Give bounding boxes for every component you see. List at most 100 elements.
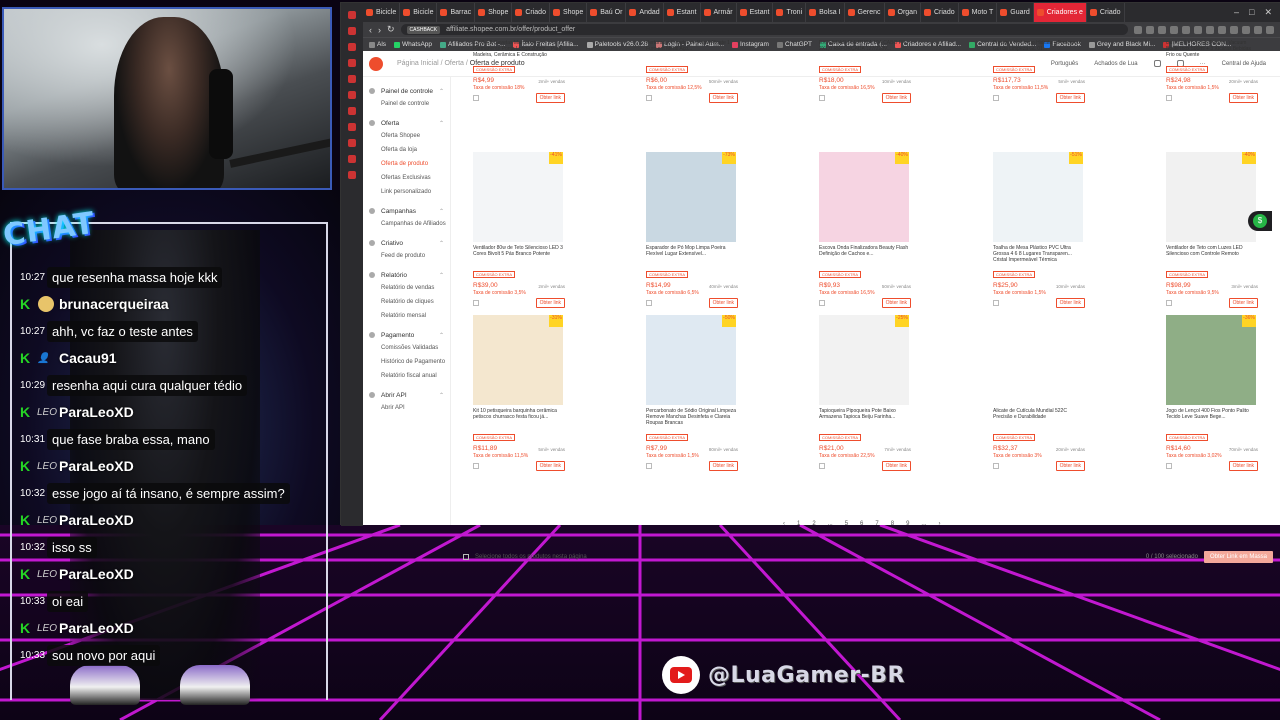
- bookmark-item[interactable]: Grey and Black Mi...: [1088, 41, 1155, 48]
- sidebar-item[interactable]: Oferta de produto: [363, 157, 450, 171]
- page-number[interactable]: 2: [812, 521, 815, 527]
- product-name[interactable]: Toalha de Mesa Plástico PVC Ultra Grossa…: [993, 245, 1085, 263]
- get-link-button[interactable]: Obter link: [881, 298, 911, 308]
- product-checkbox[interactable]: [1166, 300, 1172, 306]
- sidebar-item[interactable]: Relatório mensal: [363, 309, 450, 323]
- reload-icon[interactable]: ↻: [387, 24, 395, 35]
- next-page-icon[interactable]: ›: [938, 521, 940, 527]
- product-checkbox[interactable]: [993, 463, 999, 469]
- product-name[interactable]: Tapioqueira Pipoqueira Pote Baixo Armaze…: [819, 408, 911, 426]
- sidebar-group-header[interactable]: Criativo ⌃: [363, 237, 450, 249]
- sidebar-group-header[interactable]: Relatório ⌃: [363, 269, 450, 281]
- browser-tab[interactable]: Gerenc: [845, 3, 885, 22]
- product-image[interactable]: -73%: [646, 152, 736, 242]
- browser-tab[interactable]: Shope: [550, 3, 588, 22]
- get-link-button[interactable]: Obter link: [1055, 298, 1085, 308]
- page-number[interactable]: 8: [891, 521, 894, 527]
- bookmark-item[interactable]: ChatGPT: [776, 41, 812, 48]
- browser-tab[interactable]: Criadores e: [1033, 3, 1087, 22]
- get-link-button[interactable]: Obter link: [1228, 298, 1258, 308]
- browser-tab[interactable]: Baú Or: [587, 3, 627, 22]
- product-image[interactable]: -41%: [473, 152, 563, 242]
- maximize-icon[interactable]: □: [1249, 7, 1254, 18]
- product-name[interactable]: Jogo de Lençol 400 Fios Ponto Palito Tec…: [1166, 408, 1258, 426]
- sidebar-item[interactable]: Link personalizado: [363, 185, 450, 199]
- browser-tab[interactable]: Shope: [475, 3, 513, 22]
- product-checkbox[interactable]: [819, 300, 825, 306]
- prev-page-icon[interactable]: ‹: [783, 521, 785, 527]
- sidebar-item[interactable]: Relatório fiscal anual: [363, 369, 450, 383]
- product-checkbox[interactable]: [646, 463, 652, 469]
- product-name[interactable]: Alicate de Cutícula Mundial 522C Precisã…: [993, 408, 1085, 426]
- page-number[interactable]: ...: [921, 521, 926, 527]
- sidebar-item[interactable]: Oferta Shopee: [363, 129, 450, 143]
- get-link-button[interactable]: Obter link: [708, 461, 738, 471]
- sidebar-item[interactable]: Feed de produto: [363, 249, 450, 263]
- browser-tab[interactable]: Armár: [701, 3, 737, 22]
- browser-tab[interactable]: Organ: [885, 3, 921, 22]
- get-link-button[interactable]: Obter link: [1228, 461, 1258, 471]
- product-name[interactable]: caneca Kit Garrafa Térmica Vacuum Bottle…: [1166, 40, 1258, 58]
- cashback-badge[interactable]: CASHBACK: [406, 25, 441, 34]
- product-image[interactable]: -25%: [819, 315, 909, 405]
- browser-tab[interactable]: Andad: [626, 3, 664, 22]
- sidebar-item[interactable]: Abrir API: [363, 401, 450, 415]
- browser-tab[interactable]: Estant: [737, 3, 774, 22]
- product-checkbox[interactable]: [1166, 463, 1172, 469]
- page-number[interactable]: 6: [860, 521, 863, 527]
- browser-tab[interactable]: Troni: [773, 3, 807, 22]
- page-number[interactable]: ...: [828, 521, 833, 527]
- sidebar-group-header[interactable]: Pagamento ⌃: [363, 329, 450, 341]
- breadcrumb-offer[interactable]: Oferta: [444, 60, 463, 67]
- close-icon[interactable]: ✕: [1264, 7, 1272, 18]
- browser-tab[interactable]: Guard: [997, 3, 1034, 22]
- sidebar-item[interactable]: Relatório de cliques: [363, 295, 450, 309]
- product-checkbox[interactable]: [819, 95, 825, 101]
- page-number[interactable]: 5: [845, 521, 848, 527]
- get-link-button[interactable]: Obter link: [535, 461, 565, 471]
- product-checkbox[interactable]: [646, 95, 652, 101]
- get-link-button[interactable]: Obter link: [1055, 461, 1085, 471]
- page-number[interactable]: 1: [797, 521, 800, 527]
- product-image[interactable]: -36%: [1166, 315, 1256, 405]
- product-image[interactable]: -50%: [646, 315, 736, 405]
- get-link-button[interactable]: Obter link: [1228, 93, 1258, 103]
- get-link-button[interactable]: Obter link: [708, 93, 738, 103]
- sidebar-item[interactable]: Ofertas Exclusivas: [363, 171, 450, 185]
- product-image[interactable]: -40%: [819, 152, 909, 242]
- product-name[interactable]: Esparador de Pó Mop Limpa Poeira Flexíve…: [646, 245, 738, 263]
- browser-tab[interactable]: Criado: [921, 3, 959, 22]
- get-link-button[interactable]: Obter link: [1055, 93, 1085, 103]
- shopee-logo-icon[interactable]: [369, 56, 383, 71]
- back-icon[interactable]: ‹: [369, 25, 372, 35]
- product-checkbox[interactable]: [473, 300, 479, 306]
- forward-icon[interactable]: ›: [378, 25, 381, 35]
- browser-tab[interactable]: Estant: [664, 3, 701, 22]
- product-checkbox[interactable]: [993, 300, 999, 306]
- browser-tab[interactable]: Bicicle: [363, 3, 401, 22]
- product-checkbox[interactable]: [819, 463, 825, 469]
- product-checkbox[interactable]: [473, 463, 479, 469]
- product-checkbox[interactable]: [993, 95, 999, 101]
- sidebar-group-header[interactable]: Campanhas ⌃: [363, 205, 450, 217]
- get-link-button[interactable]: Obter link: [708, 298, 738, 308]
- browser-tab[interactable]: Criado: [1087, 3, 1125, 22]
- product-image[interactable]: -51%: [993, 152, 1083, 242]
- bulk-link-button[interactable]: Obter Link em Massa: [1203, 551, 1273, 563]
- product-name[interactable]: Perfurador Furador de Papel Alicate 1 Fu…: [646, 40, 738, 58]
- bookmark-item[interactable]: Als: [369, 41, 386, 48]
- product-name[interactable]: Ventilador 80w de Teto Silencioso LED 3 …: [473, 245, 565, 263]
- page-number[interactable]: 9: [906, 521, 909, 527]
- browser-tab[interactable]: Bicicle: [400, 3, 438, 22]
- product-checkbox[interactable]: [1166, 95, 1172, 101]
- product-name[interactable]: Princípia Kit Limpo Hidrata e Protege c/…: [993, 40, 1085, 58]
- sidebar-item[interactable]: Relatório de vendas: [363, 281, 450, 295]
- get-link-button[interactable]: Obter link: [881, 461, 911, 471]
- page-number[interactable]: 7: [875, 521, 878, 527]
- browser-tab[interactable]: Criado: [512, 3, 550, 22]
- get-link-button[interactable]: Obter link: [535, 298, 565, 308]
- sidebar-item[interactable]: Oferta da loja: [363, 143, 450, 157]
- floating-cashback-button[interactable]: $: [1248, 211, 1272, 231]
- url-input[interactable]: CASHBACK affiliate.shopee.com.br/offer/p…: [400, 24, 1128, 35]
- sidebar-group-header[interactable]: Oferta ⌃: [363, 117, 450, 129]
